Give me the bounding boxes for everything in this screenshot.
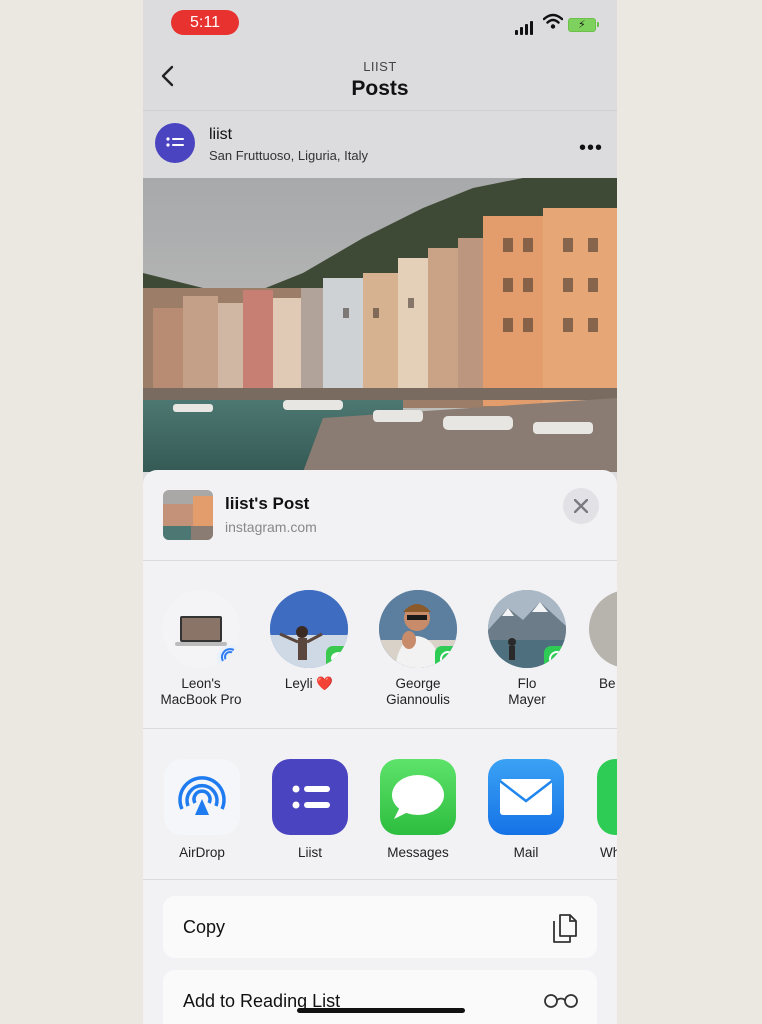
copy-icon [553,914,577,943]
post-author-row: liist San Fruttuoso, Liguria, Italy ••• [143,111,617,177]
list-icon [166,137,184,147]
app-label: Mail [513,845,539,860]
home-indicator[interactable] [297,1008,465,1013]
share-title: liist's Post [225,494,310,513]
page-title: Posts [351,77,409,100]
account-name[interactable]: liist [209,126,232,144]
app-whatsapp-partial[interactable]: Wh [584,759,617,860]
flo-avatar [488,590,566,668]
person-flo[interactable]: Flo Mayer [481,590,573,708]
person-name-line2: Giannoulis [386,692,450,707]
app-label: AirDrop [179,845,225,860]
app-liist[interactable]: Liist [260,759,360,860]
messages-icon [380,759,456,835]
airdrop-badge-icon [217,645,240,668]
share-sheet: liist's Post instagram.com Leon's MacBoo… [143,470,617,1024]
person-name-line2: MacBook Pro [160,692,242,707]
app-label: Wh [600,845,617,860]
person-partial[interactable]: Be [589,590,617,692]
add-to-reading-list-action[interactable]: Add to Reading List [163,970,597,1024]
person-name-line1: Leon's [181,676,221,691]
person-name-line1: Be [599,676,616,691]
battery-charging-icon: ⚡ [568,18,599,32]
close-icon [574,499,588,513]
messages-badge-icon [326,646,348,668]
post-thumbnail [163,490,213,540]
share-subtitle: instagram.com [225,519,317,535]
app-messages[interactable]: Messages [368,759,468,860]
person-leyli[interactable]: Leyli ❤️ [263,590,355,692]
whatsapp-icon [597,759,617,835]
leyli-avatar [270,590,348,668]
harbor-photo-image [143,178,617,472]
post-location[interactable]: San Fruttuoso, Liguria, Italy [209,148,368,163]
mail-icon [488,759,564,835]
header-subtitle: LIIST [363,59,397,74]
app-airdrop[interactable]: AirDrop [152,759,252,860]
person-name-line1: George [395,676,441,691]
more-options-icon[interactable]: ••• [579,137,603,160]
whatsapp-badge-icon [544,646,566,668]
macbook-avatar [162,590,240,668]
airdrop-icon [164,759,240,835]
app-label: Messages [387,845,449,860]
avatar[interactable] [155,123,195,163]
status-bar: 5:11 ⚡ [143,0,617,44]
phone-screen: 5:11 ⚡ LIIST Posts liist San Fruttuoso, … [143,0,617,1024]
nav-header: LIIST Posts [143,44,617,111]
glasses-icon [544,994,578,1008]
wifi-icon [543,13,563,29]
share-sheet-header: liist's Post instagram.com [143,470,617,561]
share-people-row: Leon's MacBook Pro Leyli ❤️ George Giann… [143,562,617,729]
whatsapp-badge-icon [435,646,457,668]
close-button[interactable] [563,488,599,524]
george-avatar [379,590,457,668]
post-photo[interactable] [143,178,617,472]
app-label: Liist [297,845,322,860]
share-apps-row: AirDrop Liist Messages Mail Wh [143,729,617,880]
person-george[interactable]: George Giannoulis [372,590,464,708]
person-name-line1: Leyli ❤️ [284,676,334,691]
action-label: Copy [183,917,226,937]
app-mail[interactable]: Mail [476,759,576,860]
person-name-line1: Flo [517,676,537,691]
person-name-line2: Mayer [508,692,546,707]
partial-avatar [589,590,617,668]
copy-action[interactable]: Copy [163,896,597,958]
status-time[interactable]: 5:11 [171,10,239,35]
liist-icon [272,759,348,835]
person-macbook[interactable]: Leon's MacBook Pro [155,590,247,708]
cellular-signal-icon [515,17,535,35]
